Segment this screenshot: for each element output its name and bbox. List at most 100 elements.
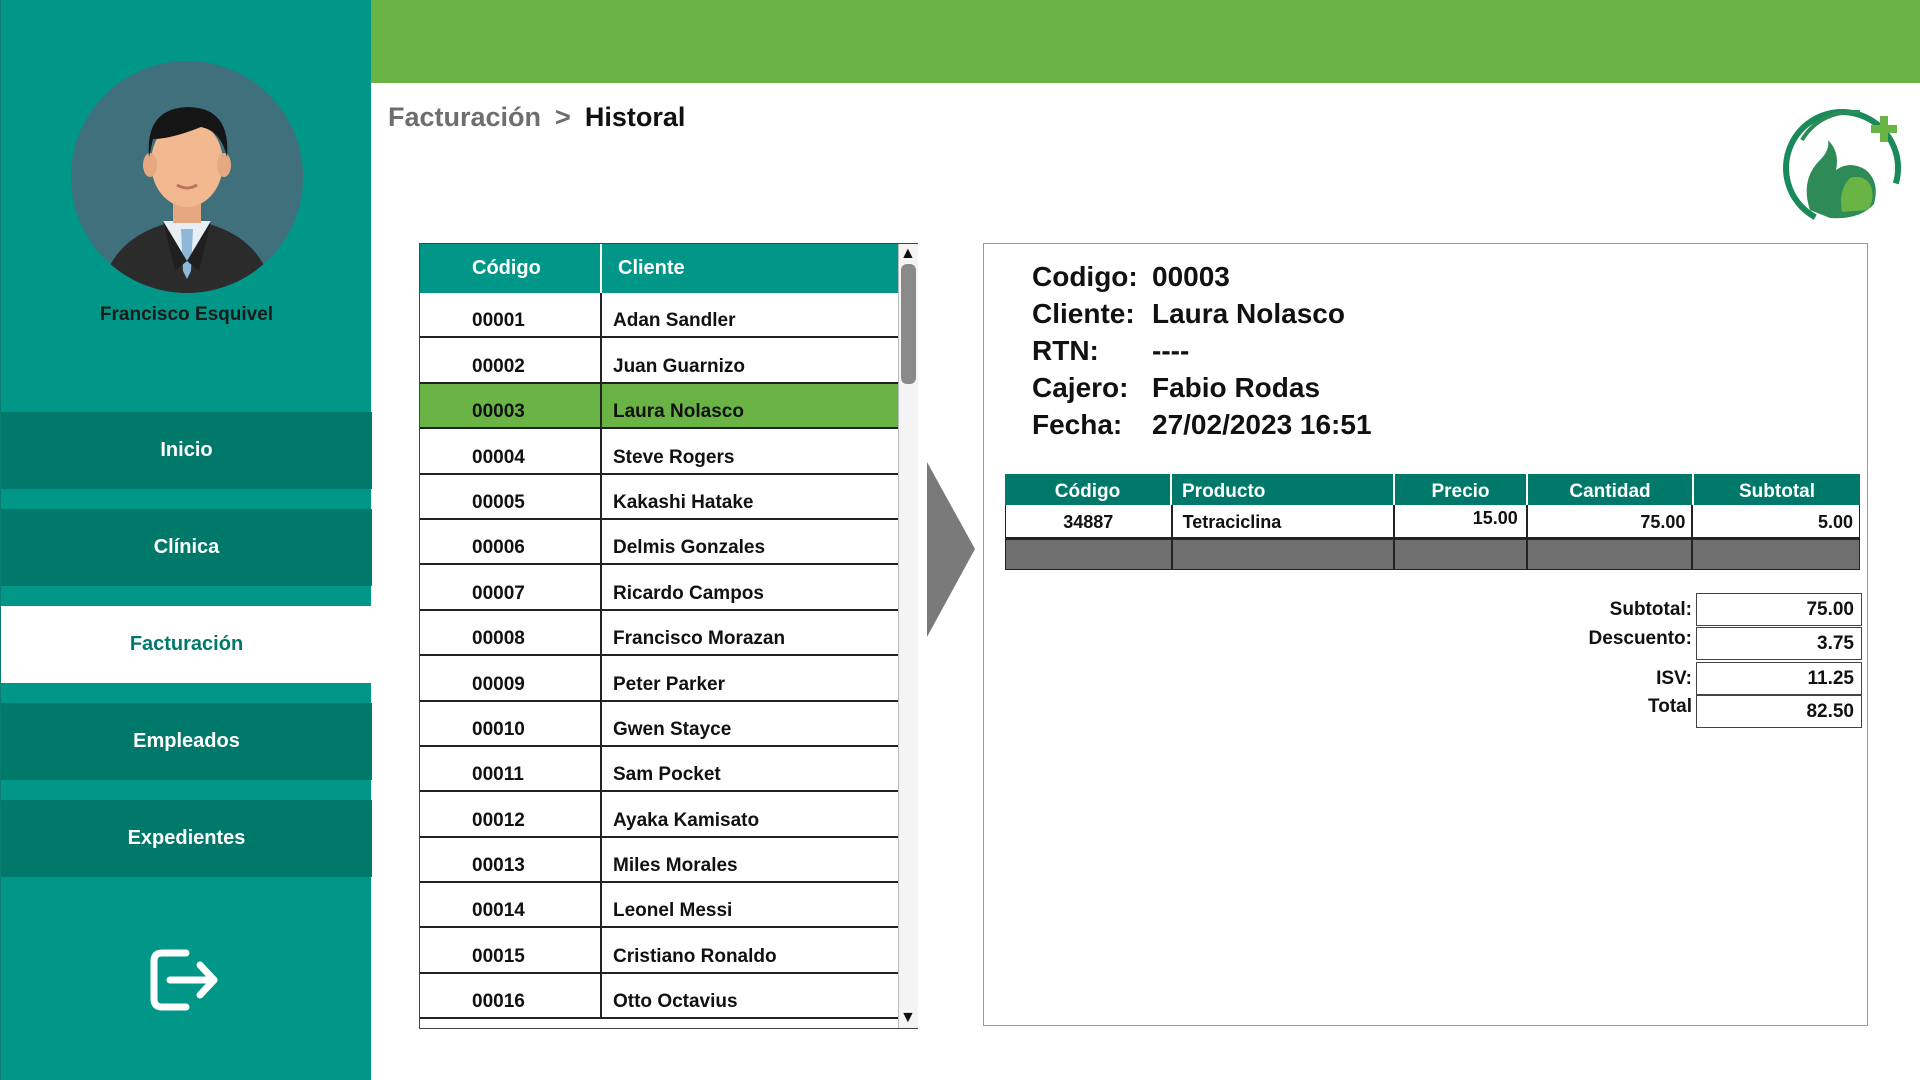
client-code: 00011 <box>420 746 602 791</box>
column-header-cliente[interactable]: Cliente <box>602 244 685 293</box>
items-header-producto[interactable]: Producto <box>1172 474 1395 505</box>
item-cantidad: 75.00 <box>1528 505 1694 537</box>
vertical-scrollbar[interactable]: ▲ ▼ <box>898 244 918 1028</box>
client-code: 00014 <box>420 883 602 927</box>
descuento-value: 3.75 <box>1696 627 1862 660</box>
nav-facturacion-button[interactable]: Facturación <box>1 606 372 683</box>
clients-table-body: 00001 Adan Sandler 00002 Juan Guarnizo 00003… <box>420 293 898 1020</box>
client-name: Steve Rogers <box>613 446 735 468</box>
table-row[interactable]: 00012 Ayaka Kamisato <box>420 792 898 838</box>
item-codigo: 34887 <box>1006 505 1173 537</box>
app-window: Francisco Esquivel Inicio Clínica Factur… <box>0 0 1920 1080</box>
avatar <box>71 61 303 293</box>
cliente-value: Laura Nolasco <box>1152 297 1345 329</box>
table-row[interactable]: 00003 Laura Nolasco <box>420 383 898 430</box>
chevron-right-icon <box>927 462 975 637</box>
rtn-label: RTN: <box>1032 334 1099 366</box>
isv-value: 11.25 <box>1696 662 1862 695</box>
scrollbar-thumb[interactable] <box>901 264 916 384</box>
rtn-value: ---- <box>1152 334 1190 366</box>
empty-cell <box>1528 540 1694 569</box>
total-row: Total 82.50 <box>1648 695 1862 728</box>
clinic-logo <box>1780 100 1906 230</box>
invoice-info: Codigo: 00003 Cliente: Laura Nolasco RTN: -… <box>1032 258 1372 443</box>
nav-empleados-button[interactable]: Empleados <box>1 703 372 780</box>
subtotal-value: 75.00 <box>1696 593 1862 626</box>
client-name: Leonel Messi <box>613 900 733 922</box>
items-table-header: Código Producto Precio Cantidad Subtotal <box>1005 474 1860 505</box>
descuento-row: Descuento: 3.75 <box>1589 627 1862 660</box>
client-name: Cristiano Ronaldo <box>613 945 777 967</box>
sidebar: Francisco Esquivel Inicio Clínica Factur… <box>0 0 372 1080</box>
clients-table: Código Cliente 00001 Adan Sandler 00002 Jua… <box>419 243 918 1029</box>
logout-icon[interactable] <box>146 945 226 1015</box>
client-code: 00010 <box>420 701 602 745</box>
table-row[interactable]: 00006 Delmis Gonzales <box>420 519 898 566</box>
cliente-label: Cliente: <box>1032 297 1135 329</box>
table-row[interactable]: 00015 Cristiano Ronaldo <box>420 928 898 974</box>
table-row[interactable]: 00005 Kakashi Hatake <box>420 474 898 520</box>
client-name: Kakashi Hatake <box>613 491 754 513</box>
new-item-row[interactable] <box>1005 538 1860 570</box>
column-header-codigo[interactable]: Código <box>420 244 602 293</box>
table-row[interactable]: 00001 Adan Sandler <box>420 293 898 339</box>
client-code: 00012 <box>420 792 602 836</box>
clients-table-header: Código Cliente <box>420 244 898 293</box>
table-row[interactable]: 00014 Leonel Messi <box>420 883 898 929</box>
top-bar <box>371 0 1920 83</box>
table-row[interactable]: 00008 Francisco Morazan <box>420 610 898 657</box>
cajero-value: Fabio Rodas <box>1152 371 1321 403</box>
table-row[interactable]: 00016 Otto Octavius <box>420 973 898 1020</box>
nav-inicio-button[interactable]: Inicio <box>1 412 372 489</box>
table-row[interactable]: 00011 Sam Pocket <box>420 746 898 793</box>
client-name: Otto Octavius <box>613 991 738 1013</box>
cajero-label: Cajero: <box>1032 371 1129 403</box>
total-value: 82.50 <box>1696 695 1862 728</box>
scroll-down-icon[interactable]: ▼ <box>900 1010 916 1026</box>
table-row[interactable]: 00009 Peter Parker <box>420 656 898 702</box>
items-header-codigo[interactable]: Código <box>1005 474 1172 505</box>
breadcrumb-parent[interactable]: Facturación <box>388 102 541 133</box>
client-name: Gwen Stayce <box>613 718 732 740</box>
client-code: 00003 <box>420 383 602 428</box>
client-name: Peter Parker <box>613 673 725 695</box>
descuento-label: Descuento: <box>1588 627 1692 649</box>
isv-row: ISV: 11.25 <box>1656 662 1862 695</box>
nav-clinica-button[interactable]: Clínica <box>1 509 372 586</box>
client-name: Ricardo Campos <box>613 582 764 604</box>
client-name: Francisco Morazan <box>613 628 786 650</box>
table-row[interactable]: 00004 Steve Rogers <box>420 429 898 475</box>
subtotal-label: Subtotal: <box>1609 598 1692 620</box>
client-code: 00008 <box>420 610 602 655</box>
item-producto: Tetraciclina <box>1173 505 1396 537</box>
subtotal-row: Subtotal: 75.00 <box>1610 593 1862 626</box>
client-code: 00002 <box>420 338 602 382</box>
table-row[interactable]: 00010 Gwen Stayce <box>420 701 898 747</box>
fecha-label: Fecha: <box>1032 408 1123 440</box>
client-code: 00015 <box>420 928 602 972</box>
breadcrumb-separator: > <box>555 102 571 132</box>
empty-cell <box>1395 540 1528 569</box>
item-subtotal: 5.00 <box>1817 512 1853 532</box>
client-name: Ayaka Kamisato <box>613 809 760 831</box>
items-header-precio[interactable]: Precio <box>1395 474 1528 505</box>
invoice-items-table: Código Producto Precio Cantidad Subtotal… <box>1005 474 1860 570</box>
breadcrumb: Facturación > Historal <box>388 102 685 133</box>
table-row[interactable]: 34887 Tetraciclina 15.00 75.00 5.00 <box>1005 505 1860 538</box>
isv-label: ISV: <box>1656 667 1692 689</box>
items-header-cantidad[interactable]: Cantidad <box>1528 474 1694 505</box>
client-code: 00005 <box>420 474 602 518</box>
empty-cell <box>1693 540 1859 569</box>
scroll-up-icon[interactable]: ▲ <box>900 246 916 262</box>
nav-expedientes-button[interactable]: Expedientes <box>1 800 372 877</box>
client-name: Adan Sandler <box>613 310 736 332</box>
table-row[interactable]: 00007 Ricardo Campos <box>420 565 898 611</box>
client-code: 00004 <box>420 429 602 473</box>
invoice-detail-panel: Codigo: 00003 Cliente: Laura Nolasco RTN: -… <box>983 243 1868 1026</box>
table-row[interactable]: 00013 Miles Morales <box>420 837 898 884</box>
client-code: 00001 <box>420 293 602 337</box>
items-header-subtotal[interactable]: Subtotal <box>1694 474 1860 505</box>
total-label: Total <box>1648 695 1692 717</box>
empty-cell <box>1173 540 1396 569</box>
table-row[interactable]: 00002 Juan Guarnizo <box>420 338 898 384</box>
